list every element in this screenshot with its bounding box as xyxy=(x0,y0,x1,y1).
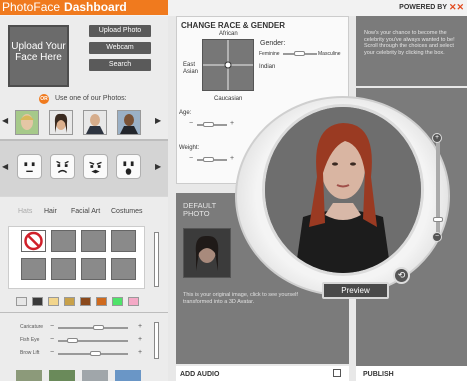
sample-photo-thumb[interactable] xyxy=(83,110,107,135)
angry-face-icon[interactable] xyxy=(83,154,108,179)
gender-label: Gender: xyxy=(260,40,286,47)
default-photo-thumb[interactable] xyxy=(183,228,231,278)
slider-knob[interactable] xyxy=(66,338,78,343)
slider-minus-icon[interactable]: − xyxy=(50,349,54,356)
prev-photos-arrow-icon[interactable]: ◀ xyxy=(2,117,8,125)
sample-photo-thumb[interactable] xyxy=(49,110,73,135)
zoom-in-icon[interactable]: + xyxy=(432,133,442,143)
zoom-slider-knob[interactable] xyxy=(433,217,443,222)
hair-color-swatch[interactable] xyxy=(96,297,107,306)
tab-costumes[interactable]: Costumes xyxy=(111,208,143,215)
hair-color-swatch[interactable] xyxy=(32,297,43,306)
slider-plus-icon[interactable]: + xyxy=(138,336,142,343)
upload-face-dropzone[interactable]: Upload Your Face Here xyxy=(8,25,69,87)
brand-dashboard: Dashboard xyxy=(64,0,127,14)
rotate-icon[interactable]: ⟲ xyxy=(393,267,410,284)
hair-color-swatch[interactable] xyxy=(48,297,59,306)
gender-slider-knob[interactable] xyxy=(294,51,305,56)
webcam-button[interactable]: Webcam xyxy=(89,42,151,54)
instructions-text: Now's your chance to become the celebrit… xyxy=(364,30,455,56)
next-photos-arrow-icon[interactable]: ▶ xyxy=(155,117,161,125)
slider-label: Caricature xyxy=(20,324,44,330)
or-badge: OR xyxy=(39,94,49,104)
hair-option[interactable] xyxy=(81,230,106,252)
slider-knob[interactable] xyxy=(90,351,102,356)
zoom-out-icon[interactable]: − xyxy=(432,232,442,242)
search-button[interactable]: Search xyxy=(89,59,151,71)
weight-label: Weight: xyxy=(179,145,200,151)
race-label-bottom: Caucasian xyxy=(214,96,243,102)
tab-facial-art[interactable]: Facial Art xyxy=(71,208,100,215)
default-photo-description: This is your original image, click to se… xyxy=(183,292,298,305)
age-label: Age: xyxy=(179,110,192,116)
race-gender-title: CHANGE RACE & GENDER xyxy=(181,21,286,30)
tab-hair[interactable]: Hair xyxy=(44,208,57,215)
hair-option[interactable] xyxy=(111,258,136,280)
race-morph-pad[interactable] xyxy=(202,39,254,91)
publish-label: PUBLISH xyxy=(363,371,394,378)
default-photo-title: DEFAULT PHOTO xyxy=(183,201,217,218)
prev-expression-arrow-icon[interactable]: ◀ xyxy=(2,163,8,171)
add-audio-label: ADD AUDIO xyxy=(180,371,220,378)
upload-photo-button[interactable]: Upload Photo xyxy=(89,25,151,37)
slider-plus-icon[interactable]: + xyxy=(138,323,142,330)
preview-button[interactable]: Preview xyxy=(322,282,389,299)
sponsor-logo-icon: ✕✕ xyxy=(449,2,465,12)
sample-photo-thumb[interactable] xyxy=(117,110,141,135)
weight-slider-knob[interactable] xyxy=(203,157,214,162)
neutral-face-icon[interactable] xyxy=(17,154,42,179)
use-photos-label: Use one of our Photos: xyxy=(55,95,127,102)
divider xyxy=(0,312,168,313)
background-thumb[interactable] xyxy=(82,370,108,381)
hair-color-swatch[interactable] xyxy=(64,297,75,306)
hair-color-swatch[interactable] xyxy=(16,297,27,306)
next-expression-arrow-icon[interactable]: ▶ xyxy=(155,163,161,171)
sad-face-icon[interactable] xyxy=(50,154,75,179)
brand-name: PhotoFace xyxy=(2,0,61,14)
slider-knob[interactable] xyxy=(93,325,105,330)
slider-label: Brow Lift xyxy=(20,350,40,356)
avatar-preview-window xyxy=(262,104,424,276)
slider-label: Fish Eye xyxy=(20,337,40,343)
hair-option[interactable] xyxy=(21,258,46,280)
powered-by-label: POWERED BY xyxy=(399,4,447,11)
hair-option[interactable] xyxy=(81,258,106,280)
surprised-face-icon[interactable] xyxy=(116,154,141,179)
slider-minus-icon[interactable]: − xyxy=(50,336,54,343)
weight-plus-icon[interactable]: + xyxy=(230,155,234,162)
tab-hats[interactable]: Hats xyxy=(18,208,32,215)
gender-feminine-label: Feminine xyxy=(259,51,280,57)
sliders-scrollbar[interactable] xyxy=(154,322,159,359)
slider-plus-icon[interactable]: + xyxy=(138,349,142,356)
age-minus-icon[interactable]: − xyxy=(189,120,193,127)
age-slider-knob[interactable] xyxy=(203,122,214,127)
race-label-left: East Asian xyxy=(183,62,199,75)
age-plus-icon[interactable]: + xyxy=(230,120,234,127)
background-thumb[interactable] xyxy=(49,370,75,381)
background-thumb[interactable] xyxy=(16,370,42,381)
hair-option[interactable] xyxy=(51,258,76,280)
background-thumb[interactable] xyxy=(115,370,141,381)
hair-color-swatch[interactable] xyxy=(112,297,123,306)
expand-icon[interactable] xyxy=(333,369,341,377)
hair-option[interactable] xyxy=(111,230,136,252)
hair-grid-scrollbar[interactable] xyxy=(154,232,159,287)
app-title: PhotoFace Dashboard xyxy=(0,0,168,15)
weight-minus-icon[interactable]: − xyxy=(189,155,193,162)
slider-minus-icon[interactable]: − xyxy=(50,323,54,330)
hair-color-swatch[interactable] xyxy=(80,297,91,306)
race-label-top: African xyxy=(219,31,238,37)
sample-photo-thumb[interactable] xyxy=(15,110,39,135)
hair-option[interactable] xyxy=(51,230,76,252)
hair-color-swatch[interactable] xyxy=(128,297,139,306)
gender-masculine-label: Masculine xyxy=(318,51,341,57)
no-hair-icon[interactable] xyxy=(21,230,46,252)
race-label-right: Indian xyxy=(259,64,276,70)
